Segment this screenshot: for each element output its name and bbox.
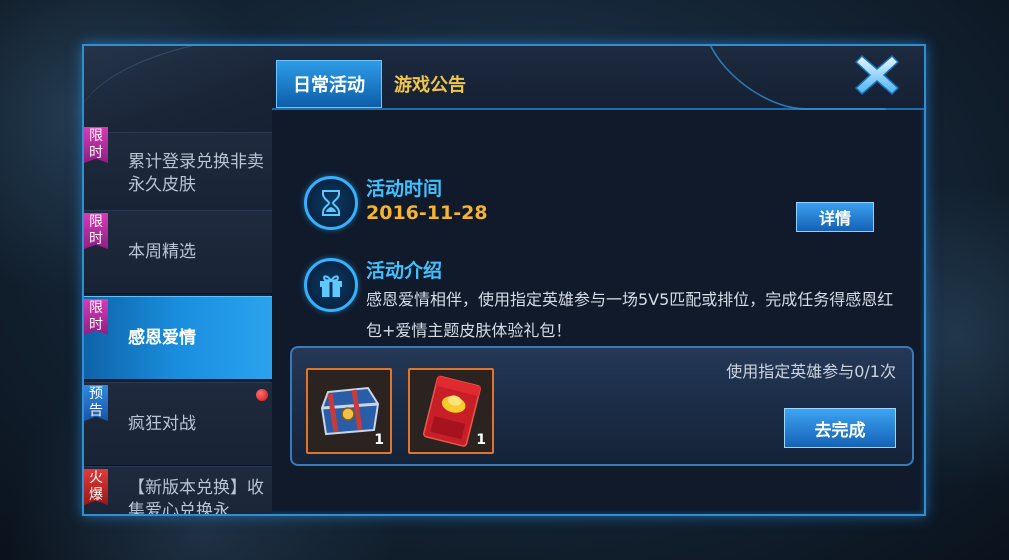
reward-count: 1 [374,432,384,448]
sidebar-item-label: 累计登录兑换非卖永久皮肤 [128,152,264,195]
reward-count: 1 [476,432,486,448]
sidebar-header-decor [84,46,301,160]
activity-intro-title: 活动介绍 [366,260,443,282]
hot-tag: 火爆 [84,469,108,505]
sidebar-item-new-version-exchange[interactable]: 火爆 【新版本兑换】收集爱心兑换永 [84,466,272,516]
sidebar-item-label: 感恩爱情 [128,327,196,348]
activity-date: 2016-11-28 [366,202,488,224]
hourglass-icon [304,176,358,230]
tab-game-announcement[interactable]: 游戏公告 [394,60,494,108]
activity-time-title: 活动时间 [366,178,443,200]
tab-daily-activity[interactable]: 日常活动 [276,60,382,108]
activity-panel: 限时 累计登录兑换非卖永久皮肤 限时 本周精选 限时 感恩爱情 预告 疯狂对战 … [82,44,926,516]
activity-content: 活动时间 2016-11-28 详情 活动介绍 感恩爱情相伴，使用指定英雄参与一… [272,112,924,514]
sidebar-item-weekly-picks[interactable]: 限时 本周精选 [84,210,272,294]
gift-icon [304,258,358,312]
close-button[interactable] [854,52,900,98]
limited-tag: 限时 [84,299,108,335]
reward-red-envelope[interactable]: 1 [408,368,494,454]
limited-tag: 限时 [84,127,108,163]
sidebar-item-crazy-battle[interactable]: 预告 疯狂对战 [84,382,272,466]
sidebar-item-login-exchange[interactable]: 限时 累计登录兑换非卖永久皮肤 [84,127,272,216]
sidebar-item-label: 本周精选 [128,241,196,262]
header: 日常活动 游戏公告 [272,46,924,110]
sidebar-item-thanksgiving-love[interactable]: 限时 感恩爱情 [84,296,272,380]
sidebar-item-label: 疯狂对战 [128,413,196,434]
reward-treasure-chest[interactable]: 1 [306,368,392,454]
sidebar-item-label: 【新版本兑换】收集爱心兑换永 [128,478,264,516]
close-x-icon [854,54,900,96]
activity-description: 感恩爱情相伴，使用指定英雄参与一场5V5匹配或排位，完成任务得感恩红包+爱情主题… [366,290,894,340]
detail-button[interactable]: 详情 [796,202,874,232]
task-progress: 使用指定英雄参与0/1次 [726,362,896,381]
task-box: 1 1 使用指定英雄参与0/1次 去完成 [290,346,914,466]
notification-dot [256,389,268,401]
sidebar: 限时 累计登录兑换非卖永久皮肤 限时 本周精选 限时 感恩爱情 预告 疯狂对战 … [84,46,301,516]
go-complete-button[interactable]: 去完成 [784,408,896,448]
preview-tag: 预告 [84,385,108,421]
limited-tag: 限时 [84,213,108,249]
